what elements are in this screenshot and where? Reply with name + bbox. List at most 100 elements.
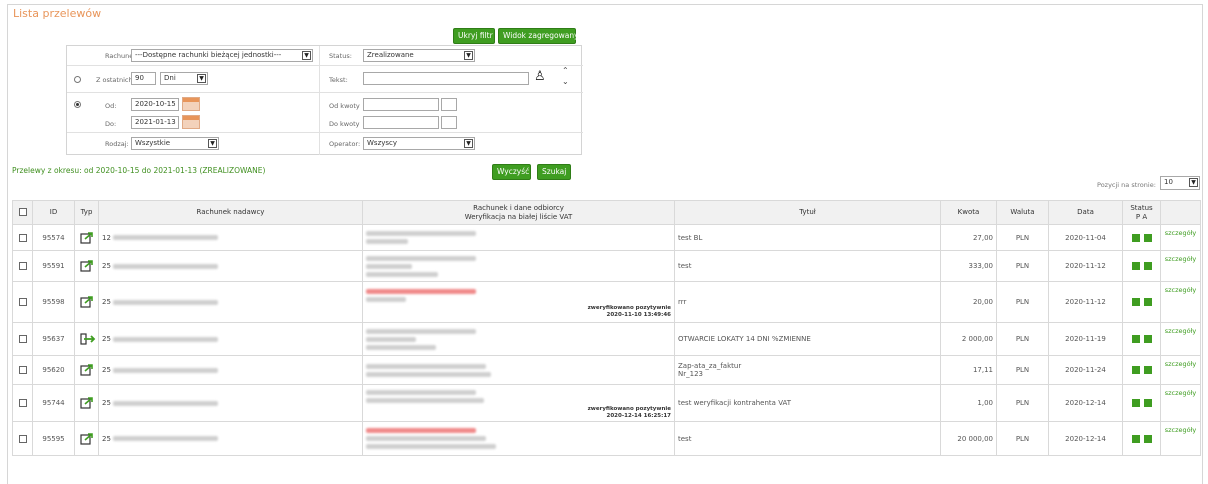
per-page-select[interactable]: 10 ▼	[1160, 176, 1200, 190]
status-p-indicator	[1131, 262, 1140, 270]
status-p-indicator	[1131, 366, 1140, 374]
status-a-indicator	[1143, 399, 1152, 407]
chevron-up-icon[interactable]: ⌃	[562, 67, 569, 75]
row-status	[1122, 421, 1161, 456]
row-currency: PLN	[996, 355, 1049, 385]
row-id: 95620	[32, 355, 75, 385]
col-date[interactable]: Data	[1048, 200, 1123, 225]
last-unit-select[interactable]: Dni ▼	[160, 72, 208, 85]
chevron-down-icon: ▼	[464, 51, 473, 60]
select-all-checkbox[interactable]	[12, 200, 33, 225]
row-checkbox[interactable]	[12, 322, 33, 356]
transfers-table: ID Typ Rachunek nadawcy Rachunek i dane …	[12, 200, 1201, 456]
date-range-radio[interactable]	[74, 101, 81, 108]
col-recipient[interactable]: Rachunek i dane odbiorcy Weryfikacja na …	[362, 200, 675, 225]
row-sender-account: 25	[98, 281, 363, 323]
details-link[interactable]: szczegóły	[1160, 224, 1201, 251]
col-details	[1160, 200, 1201, 225]
period-summary: Przelewy z okresu: od 2020-10-15 do 2021…	[12, 166, 266, 175]
filter-row-kind: Rodzaj: Wszystkie ▼ Operator: Wszyscy ▼	[67, 133, 583, 155]
table-row[interactable]: 95598 25 zweryfikowano pozytywnie 2020-11-…	[12, 281, 1201, 323]
search-button[interactable]: Szukaj	[537, 164, 571, 180]
kind-select[interactable]: Wszystkie ▼	[131, 137, 219, 150]
row-checkbox[interactable]	[12, 250, 33, 282]
details-link[interactable]: szczegóły	[1160, 250, 1201, 282]
details-link[interactable]: szczegóły	[1160, 281, 1201, 323]
operator-label: Operator:	[329, 140, 361, 148]
last-days-radio[interactable]	[74, 76, 81, 83]
details-link[interactable]: szczegóły	[1160, 384, 1201, 422]
details-link[interactable]: szczegóły	[1160, 322, 1201, 356]
whitelist-verification: zweryfikowano pozytywnie 2020-11-10 13:49…	[587, 304, 671, 318]
operator-select-value: Wszyscy	[367, 139, 398, 147]
row-recipient	[362, 322, 675, 356]
status-p-indicator	[1131, 399, 1140, 407]
last-days-label: Z ostatnich:	[96, 76, 135, 84]
amount-to-decimals[interactable]	[441, 116, 457, 129]
operator-select[interactable]: Wszyscy ▼	[363, 137, 475, 150]
amount-from-label: Od kwoty	[329, 102, 360, 110]
row-sender-account: 25	[98, 421, 363, 456]
col-type[interactable]: Typ	[74, 200, 99, 225]
row-amount: 333,00	[940, 250, 997, 282]
account-select[interactable]: ---Dostępne rachunki bieżącej jednostki-…	[131, 49, 313, 62]
table-row[interactable]: 95620 25 Zap-ata_za_faktur Nr_123 17,11 PLN 2…	[12, 355, 1201, 385]
status-select[interactable]: Zrealizowane ▼	[363, 49, 475, 62]
col-title[interactable]: Tytuł	[674, 200, 941, 225]
amount-to-input[interactable]	[363, 116, 439, 129]
table-row[interactable]: 95595 25 test 20 000,00 PLN 2020-12-14 szczeg…	[12, 421, 1201, 456]
outgoing-transfer-icon	[74, 250, 99, 282]
table-row[interactable]: 95744 25 zweryfikowano pozytywnie 2020-12-…	[12, 384, 1201, 422]
row-date: 2020-12-14	[1048, 384, 1123, 422]
table-row[interactable]: 95591 25 test 333,00 PLN 2020-11-12 szczegóły	[12, 250, 1201, 282]
row-status	[1122, 224, 1161, 251]
amount-from-decimals[interactable]	[441, 98, 457, 111]
date-to-input[interactable]: 2021-01-13	[131, 116, 179, 129]
status-a-indicator	[1143, 434, 1152, 443]
details-link[interactable]: szczegóły	[1160, 355, 1201, 385]
row-recipient	[362, 250, 675, 282]
clear-button[interactable]: Wyczyść	[492, 164, 531, 180]
outgoing-transfer-icon	[74, 224, 99, 251]
contractor-search-icon[interactable]: ♙	[534, 70, 546, 84]
chevron-down-icon[interactable]: ⌄	[562, 78, 569, 86]
details-link[interactable]: szczegóły	[1160, 421, 1201, 456]
table-row[interactable]: 95574 12 test BL 27,00 PLN 2020-11-04 szczegó…	[12, 224, 1201, 251]
aggregated-view-button[interactable]: Widok zagregowany	[498, 28, 579, 44]
row-sender-account: 25	[98, 384, 363, 422]
outgoing-transfer-icon	[74, 281, 99, 323]
row-recipient: zweryfikowano pozytywnie 2020-12-14 16:25…	[362, 384, 675, 422]
status-a-indicator	[1143, 335, 1152, 343]
last-days-input[interactable]: 90	[131, 72, 156, 85]
status-a-indicator	[1143, 366, 1152, 374]
calendar-icon[interactable]	[182, 97, 200, 111]
row-id: 95574	[32, 224, 75, 251]
hide-filter-button[interactable]: Ukryj filtr	[453, 28, 495, 44]
row-checkbox[interactable]	[12, 421, 33, 456]
row-sender-account: 25	[98, 250, 363, 282]
calendar-icon[interactable]	[182, 115, 200, 129]
filter-row-account: Rachunek: ---Dostępne rachunki bieżącej …	[67, 46, 583, 66]
amount-from-input[interactable]	[363, 98, 439, 111]
filter-panel: Rachunek: ---Dostępne rachunki bieżącej …	[66, 45, 583, 155]
row-checkbox[interactable]	[12, 281, 33, 323]
date-from-input[interactable]: 2020-10-15	[131, 98, 179, 111]
row-recipient	[362, 355, 675, 385]
row-checkbox[interactable]	[12, 384, 33, 422]
col-status: Status P A	[1122, 200, 1161, 225]
col-amount[interactable]: Kwota	[940, 200, 997, 225]
sender-account-prefix: 12	[102, 233, 111, 242]
row-date: 2020-11-19	[1048, 322, 1123, 356]
col-sender[interactable]: Rachunek nadawcy	[98, 200, 363, 225]
filter-row-dates: Od: 2020-10-15 Do: 2021-01-13 Od kwoty D…	[67, 93, 583, 133]
table-row[interactable]: 95637 25 OTWARCIE LOKATY 14 DNI %ZMIENNE 2…	[12, 322, 1201, 356]
row-sender-account: 25	[98, 355, 363, 385]
text-input[interactable]	[363, 72, 529, 85]
row-amount: 27,00	[940, 224, 997, 251]
row-title: test	[674, 421, 941, 456]
row-checkbox[interactable]	[12, 224, 33, 251]
row-checkbox[interactable]	[12, 355, 33, 385]
col-currency[interactable]: Waluta	[996, 200, 1049, 225]
col-id[interactable]: ID	[32, 200, 75, 225]
chevron-down-icon: ▼	[464, 139, 473, 148]
